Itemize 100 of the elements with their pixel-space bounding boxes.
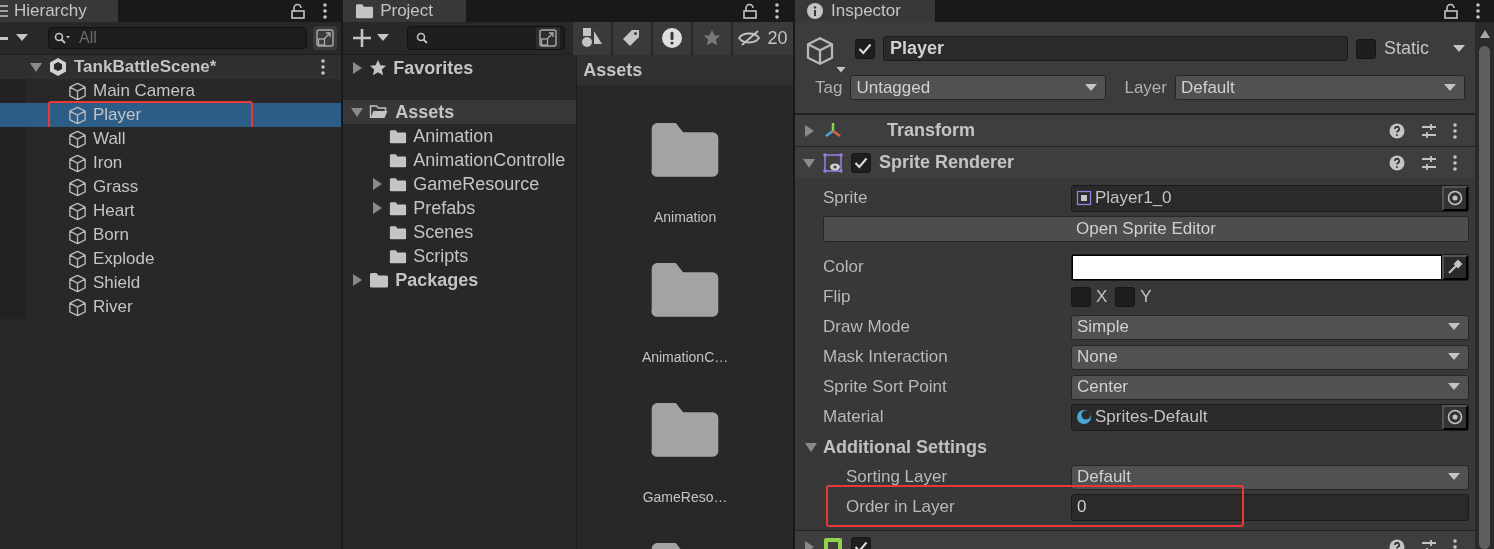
field-label: Flip xyxy=(823,287,852,307)
star-icon xyxy=(369,59,388,77)
collapsed-arrow-icon[interactable] xyxy=(803,124,815,137)
tree-item[interactable]: Assets xyxy=(343,100,577,124)
cube-icon xyxy=(805,36,835,66)
menu-icon[interactable] xyxy=(0,4,8,18)
more-icon[interactable] xyxy=(321,59,326,75)
expanded-arrow-icon[interactable] xyxy=(351,106,364,118)
field-label: Sprite Sort Point xyxy=(823,377,948,397)
cube-icon xyxy=(68,225,87,245)
caret-icon xyxy=(836,66,846,74)
caret-icon xyxy=(1448,323,1460,331)
flip-y-checkbox[interactable] xyxy=(1115,287,1136,307)
tree-item[interactable]: Packages xyxy=(343,268,577,292)
field-label: Color xyxy=(823,257,865,277)
panel-tab[interactable]: Project xyxy=(343,0,467,22)
open-editor-button[interactable]: Open Sprite Editor xyxy=(823,216,1469,242)
lock-icon[interactable] xyxy=(291,3,306,19)
flip-x-checkbox[interactable] xyxy=(1071,287,1091,307)
folder-icon xyxy=(369,272,390,288)
lock-icon[interactable] xyxy=(743,3,757,19)
asset-item[interactable]: GameReso… xyxy=(577,365,793,505)
sliders-icon[interactable] xyxy=(1421,122,1437,139)
hierarchy-item[interactable]: Player xyxy=(0,103,342,127)
cube-icon xyxy=(68,153,87,173)
favorite-filter-button[interactable] xyxy=(693,21,731,55)
panel-tab[interactable]: Inspector xyxy=(795,0,935,22)
scrollbar[interactable] xyxy=(1475,22,1494,549)
tree-item[interactable]: GameResource xyxy=(343,172,577,196)
checkmark-icon xyxy=(854,156,868,169)
dropdown-field[interactable]: Simple xyxy=(1071,314,1469,340)
help-icon[interactable] xyxy=(1389,122,1405,139)
static-checkbox[interactable] xyxy=(1355,38,1376,59)
scroll-up-icon[interactable] xyxy=(1479,30,1490,38)
lock-icon[interactable] xyxy=(1444,3,1458,19)
folder-icon xyxy=(389,248,408,264)
expanded-arrow-icon[interactable] xyxy=(805,441,817,453)
component-header[interactable]: Sprite Renderer xyxy=(795,146,1475,178)
asset-item[interactable]: Animation xyxy=(577,85,793,225)
collapsed-arrow-icon[interactable] xyxy=(351,62,364,74)
component-header[interactable]: Transform xyxy=(795,114,1475,146)
dropdown-field[interactable]: Default xyxy=(1071,464,1469,490)
object-field[interactable]: Sprites-Default xyxy=(1071,403,1469,431)
collapsed-arrow-icon[interactable] xyxy=(371,178,384,190)
enabled-checkbox[interactable] xyxy=(851,152,871,173)
section-title[interactable]: Additional Settings xyxy=(823,436,987,458)
asset-item[interactable]: AnimationC… xyxy=(577,225,793,365)
panel-tab[interactable]: Hierarchy xyxy=(0,0,118,22)
plus-icon[interactable] xyxy=(351,27,374,49)
folder-icon xyxy=(389,224,408,240)
more-icon[interactable] xyxy=(1476,3,1480,19)
star-icon xyxy=(703,29,721,47)
more-icon[interactable] xyxy=(775,3,779,19)
tag-dropdown[interactable]: Untagged xyxy=(850,75,1107,100)
color-swatch[interactable] xyxy=(1072,254,1442,280)
dropdown-field[interactable]: None xyxy=(1071,344,1469,370)
type-filter-button[interactable] xyxy=(573,21,611,55)
search-field[interactable]: All xyxy=(48,27,308,49)
target-icon[interactable] xyxy=(1447,409,1463,425)
object-field[interactable]: Player1_0 xyxy=(1071,184,1469,212)
hidden-packages-button[interactable]: 20 xyxy=(733,21,793,55)
target-button[interactable] xyxy=(1442,404,1468,430)
tree-item[interactable]: Favorites xyxy=(343,56,577,80)
collapsed-arrow-icon[interactable] xyxy=(351,274,364,286)
dropdown-field[interactable]: Center xyxy=(1071,374,1469,400)
expanded-arrow-icon[interactable] xyxy=(30,61,42,73)
folder-icon xyxy=(389,176,408,192)
sliders-icon[interactable] xyxy=(1421,154,1437,171)
shapes-icon xyxy=(581,28,603,48)
target-button[interactable] xyxy=(1442,185,1468,211)
eyedropper-button[interactable] xyxy=(1442,254,1468,280)
active-checkbox[interactable] xyxy=(855,38,875,59)
collapsed-arrow-icon[interactable] xyxy=(803,540,815,549)
tree-item[interactable]: Prefabs xyxy=(343,196,577,220)
more-icon[interactable] xyxy=(323,3,328,19)
more-icon[interactable] xyxy=(1453,154,1457,171)
more-icon[interactable] xyxy=(1453,122,1457,139)
name-field[interactable]: Player xyxy=(883,36,1348,61)
tag-label: Tag xyxy=(815,77,843,98)
create-button[interactable] xyxy=(0,34,28,42)
folder-icon xyxy=(389,128,408,144)
cube-icon xyxy=(68,201,87,221)
caret-icon xyxy=(1448,383,1460,391)
info-icon xyxy=(807,3,823,19)
warning-filter-button[interactable] xyxy=(653,21,691,55)
tree-item[interactable]: Scripts xyxy=(343,244,577,268)
tag-icon xyxy=(623,29,641,47)
expanded-arrow-icon[interactable] xyxy=(803,156,815,169)
tree-item[interactable]: Scenes xyxy=(343,220,577,244)
tree-item[interactable]: AnimationControlle xyxy=(343,148,577,172)
eyedropper-icon xyxy=(1447,259,1463,275)
search-field[interactable] xyxy=(407,26,566,50)
caret-icon xyxy=(16,34,28,42)
collapsed-arrow-icon[interactable] xyxy=(371,202,384,214)
layer-dropdown[interactable]: Default xyxy=(1174,75,1465,100)
tree-item[interactable]: Animation xyxy=(343,124,577,148)
target-icon[interactable] xyxy=(1447,190,1463,206)
help-icon[interactable] xyxy=(1389,154,1405,171)
number-field[interactable]: 0 xyxy=(1071,493,1469,521)
label-filter-button[interactable] xyxy=(613,21,651,55)
